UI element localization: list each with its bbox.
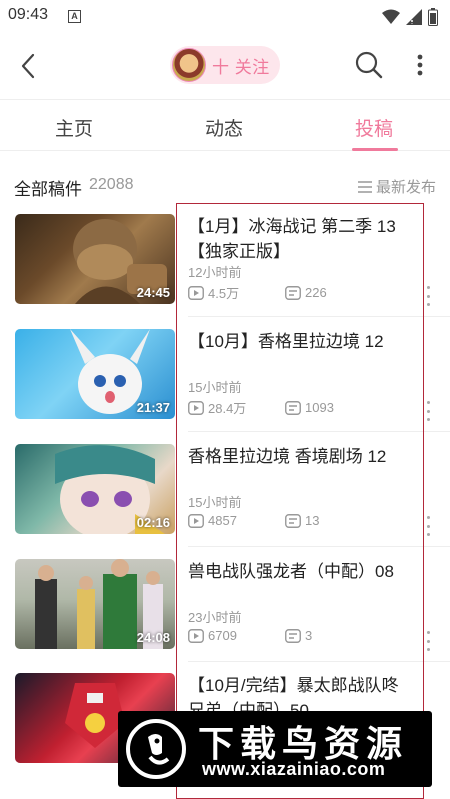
video-title: 兽电战队强龙者（中配）08 — [188, 562, 394, 581]
video-duration: 02:16 — [136, 515, 170, 530]
danmaku-icon — [285, 628, 301, 643]
views-count: 28.4万 — [208, 401, 247, 416]
back-button[interactable] — [12, 50, 44, 82]
signal-icon — [406, 9, 422, 25]
video-time-ago: 15小时前 — [188, 380, 242, 395]
sort-list-icon — [357, 180, 372, 193]
tab-active-indicator — [352, 148, 398, 151]
video-item[interactable]: 24:45 【1月】冰海战记 第二季 13【独家正版】 12小时前 4.5万 2… — [0, 214, 450, 328]
comments-count: 3 — [305, 628, 313, 643]
more-options-button[interactable] — [408, 50, 432, 80]
all-uploads-label: 全部稿件 — [14, 180, 82, 199]
search-icon — [355, 51, 383, 79]
views-stat: 4.5万 — [188, 283, 285, 302]
more-vertical-icon — [417, 54, 423, 76]
comments-count: 1093 — [305, 400, 334, 415]
views-stat: 28.4万 — [188, 398, 285, 417]
search-button[interactable] — [354, 50, 384, 80]
list-header: 全部稿件 22088 最新发布 — [0, 166, 450, 202]
comments-stat: 13 — [285, 513, 382, 528]
danmaku-icon — [285, 285, 301, 300]
video-item[interactable]: 02:16 香格里拉边境 香境剧场 12 15小时前 4857 13 — [0, 444, 450, 558]
video-time-ago: 12小时前 — [188, 265, 242, 280]
comments-stat: 226 — [285, 285, 382, 300]
comments-stat: 1093 — [285, 400, 382, 415]
views-stat: 4857 — [188, 513, 285, 528]
video-stats: 6709 3 — [188, 628, 382, 643]
video-time-ago: 23小时前 — [188, 610, 242, 625]
row-more-icon[interactable] — [422, 286, 434, 306]
row-more-icon[interactable] — [422, 516, 434, 536]
video-item[interactable]: 21:37 【10月】香格里拉边境 12 15小时前 28.4万 1093 — [0, 329, 450, 443]
tab-dynamics[interactable]: 动态 — [205, 114, 243, 141]
video-title: 香格里拉边境 香境剧场 12 — [188, 447, 387, 466]
video-duration: 24:45 — [136, 285, 170, 300]
sort-button[interactable]: 最新发布 — [357, 176, 436, 197]
back-arrow-icon — [21, 53, 35, 79]
battery-icon — [428, 8, 438, 26]
follow-button[interactable]: 十 关注 — [170, 46, 280, 84]
divider — [188, 431, 450, 432]
video-thumbnail: 24:45 — [15, 214, 175, 304]
video-duration: 21:37 — [136, 400, 170, 415]
system-icons — [382, 8, 438, 26]
play-count-icon — [188, 285, 204, 300]
watermark-logo — [126, 719, 186, 779]
notification-icon: A — [68, 10, 81, 23]
wifi-icon — [382, 9, 400, 24]
views-count: 4.5万 — [208, 286, 240, 301]
views-stat: 6709 — [188, 628, 285, 643]
row-more-icon[interactable] — [422, 631, 434, 651]
play-count-icon — [188, 513, 204, 528]
tab-uploads[interactable]: 投稿 — [355, 114, 393, 141]
video-stats: 28.4万 1093 — [188, 398, 382, 417]
video-title: 【10月】香格里拉边境 12 — [188, 332, 384, 351]
tab-bar: 主页 动态 投稿 — [0, 99, 450, 151]
video-thumbnail: 21:37 — [15, 329, 175, 419]
sort-label: 最新发布 — [375, 179, 436, 196]
divider — [188, 546, 450, 547]
comments-stat: 3 — [285, 628, 382, 643]
bird-logo-icon — [148, 734, 170, 765]
danmaku-icon — [285, 400, 301, 415]
video-time-ago: 15小时前 — [188, 495, 242, 510]
video-thumbnail: 02:16 — [15, 444, 175, 534]
follow-label: 十 关注 — [212, 57, 270, 77]
play-count-icon — [188, 400, 204, 415]
row-more-icon[interactable] — [422, 401, 434, 421]
views-count: 4857 — [208, 513, 237, 528]
watermark-url: www.xiazainiao.com — [202, 759, 386, 779]
avatar — [172, 48, 206, 82]
divider — [188, 661, 450, 662]
video-duration: 24:08 — [136, 630, 170, 645]
uploads-count: 22088 — [89, 176, 134, 193]
video-stats: 4857 13 — [188, 513, 382, 528]
video-thumbnail: 24:08 — [15, 559, 175, 649]
video-title: 【1月】冰海战记 第二季 13【独家正版】 — [188, 217, 396, 261]
comments-count: 226 — [305, 285, 327, 300]
status-time: 09:43 — [8, 6, 49, 23]
video-item[interactable]: 24:08 兽电战队强龙者（中配）08 23小时前 6709 3 — [0, 559, 450, 673]
divider — [188, 316, 450, 317]
status-bar: 09:43 A — [0, 0, 450, 34]
danmaku-icon — [285, 513, 301, 528]
video-stats: 4.5万 226 — [188, 283, 382, 302]
views-count: 6709 — [208, 628, 237, 643]
comments-count: 13 — [305, 513, 320, 528]
top-nav: 十 关注 — [0, 34, 450, 98]
play-count-icon — [188, 628, 204, 643]
watermark-banner: 下载鸟资源 www.xiazainiao.com — [118, 711, 432, 787]
tab-home[interactable]: 主页 — [55, 114, 93, 141]
